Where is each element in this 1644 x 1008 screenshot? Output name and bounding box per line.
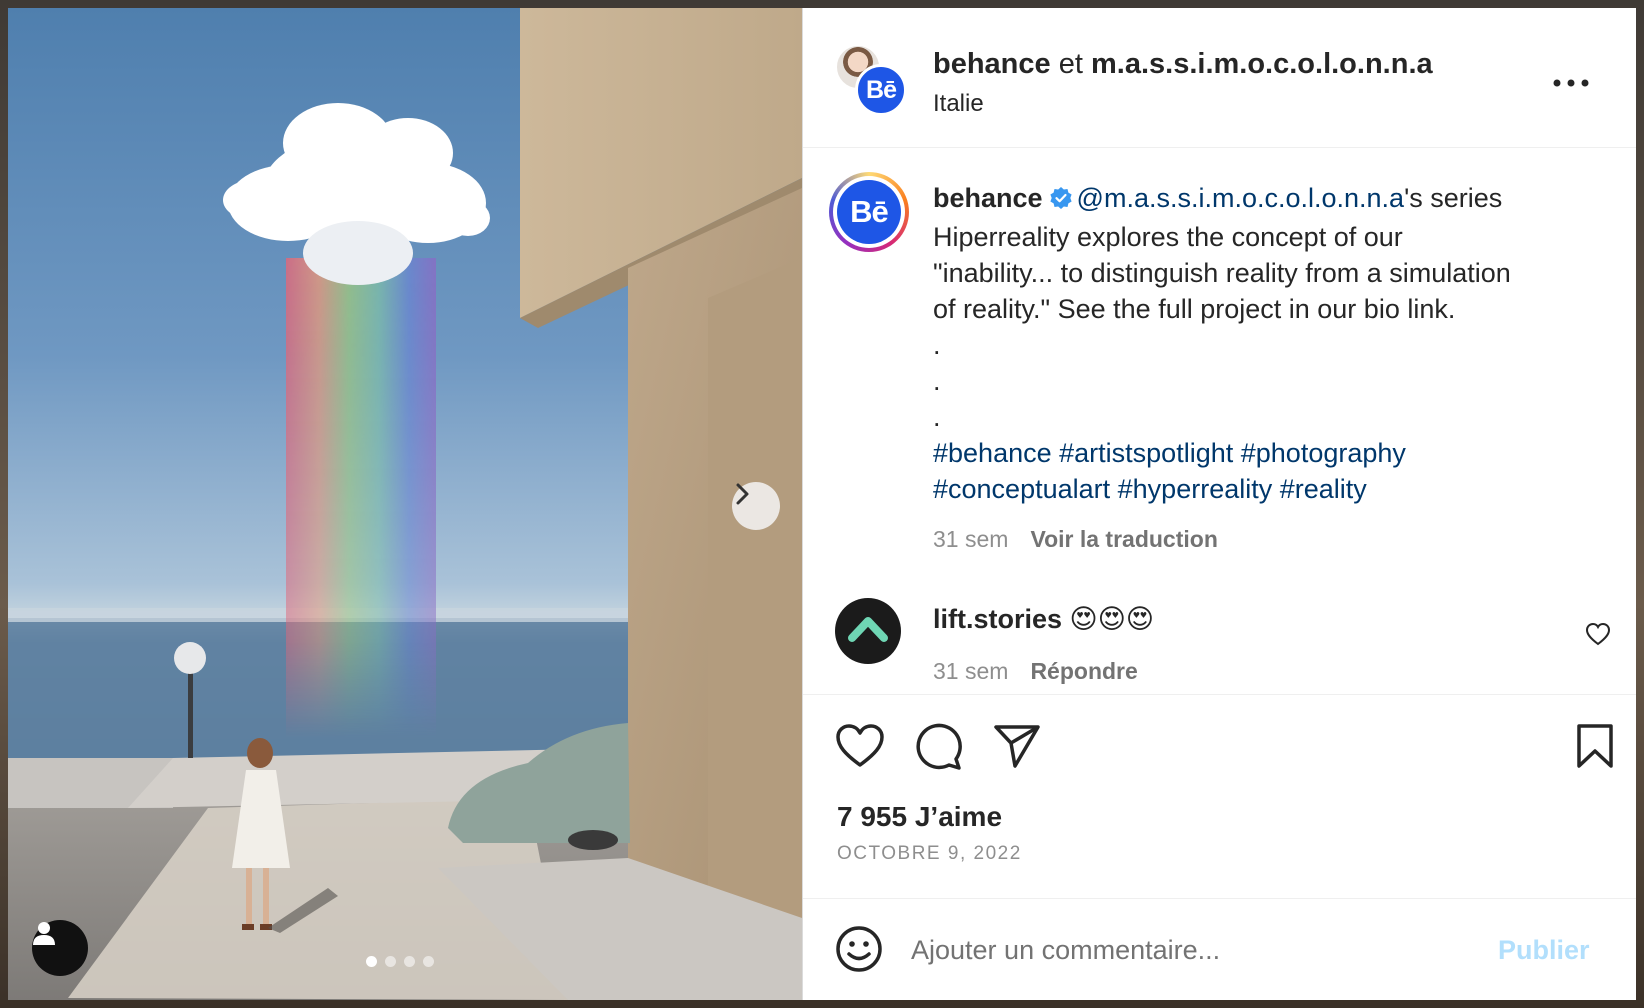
likes-count[interactable]: 7 955 J’aime [837,801,1002,833]
caption-meta: 31 sem Voir la traduction [933,526,1218,553]
bookmark-icon [1575,724,1615,773]
hashtag-link[interactable]: #reality [1280,474,1367,504]
behance-logo: Bē [837,180,901,244]
caption-username[interactable]: behance [933,183,1043,213]
carousel-dot [404,956,415,967]
post-photo[interactable] [8,8,802,1000]
smiley-icon [835,926,883,977]
paper-plane-icon [993,725,1041,773]
carousel-dot [366,956,377,967]
post-authors: behance et m.a.s.s.i.m.o.c.o.l.o.n.n.a [933,48,1433,81]
comment-input[interactable] [911,927,1451,973]
post-header: Bē behance et m.a.s.s.i.m.o.c.o.l.o.n.n.… [803,8,1636,148]
comment: lift.stories 😍😍😍 [933,604,1154,635]
comment-button[interactable] [913,723,963,776]
caption-dot: . [933,330,941,360]
comment-bubble-icon [913,723,963,775]
more-options-button[interactable] [1549,68,1593,98]
post-side-panel: Bē behance et m.a.s.s.i.m.o.c.o.l.o.n.n.… [802,8,1636,1000]
caption-text-2: Hiperreality explores the concept of our [933,222,1403,252]
save-button[interactable] [1575,723,1615,774]
comment-age[interactable]: 31 sem [933,658,1008,684]
post-caption: behance @m.a.s.s.i.m.o.c.o.l.o.n.n.a's se… [933,180,1613,507]
hashtags-line-1: #behance #artistspotlight #photography [933,435,1613,471]
hashtag-link[interactable]: #photography [1241,438,1406,468]
verified-badge-icon [1049,183,1073,219]
post-modal: Bē behance et m.a.s.s.i.m.o.c.o.l.o.n.n.… [8,8,1636,1000]
background-frame: Bē behance et m.a.s.s.i.m.o.c.o.l.o.n.n.… [0,0,1644,1008]
comment-meta: 31 sem Répondre [933,658,1138,685]
next-slide-button[interactable] [732,482,780,530]
hashtag-link[interactable]: #conceptualart [933,474,1110,504]
caption-dot: . [933,366,941,396]
carousel-dot [423,956,434,967]
tagged-users-button[interactable] [32,920,88,976]
caption-age[interactable]: 31 sem [933,526,1008,552]
share-button[interactable] [993,723,1041,774]
caption-avatar[interactable]: Bē [829,172,909,252]
post-date: OCTOBRE 9, 2022 [837,843,1022,864]
emoji-button[interactable] [835,925,883,978]
commenter-avatar[interactable] [835,598,901,664]
lift-logo-icon [848,616,888,647]
author-connector: et [1058,48,1083,80]
carousel-dot [385,956,396,967]
hashtag-link[interactable]: #hyperreality [1118,474,1273,504]
caption-dot: . [933,402,941,432]
reply-button[interactable]: Répondre [1030,658,1137,684]
like-comment-button[interactable] [1585,622,1611,651]
carousel-indicator [366,956,434,967]
commenter-username[interactable]: lift.stories [933,604,1062,634]
publish-button[interactable]: Publier [1498,935,1590,966]
ellipsis-icon [1553,74,1589,92]
caption-mention[interactable]: @m.a.s.s.i.m.o.c.o.l.o.n.n.a [1077,183,1405,213]
caption-text-4: of reality." See the full project in our… [933,294,1456,324]
author-link[interactable]: behance [933,48,1051,80]
photo-scene [8,8,802,1000]
translate-link[interactable]: Voir la traduction [1030,526,1217,552]
location-link[interactable]: Italie [933,90,984,118]
collaborator-link[interactable]: m.a.s.s.i.m.o.c.o.l.o.n.n.a [1091,48,1433,80]
caption-text-1: 's series [1404,183,1503,213]
collab-avatars[interactable]: Bē [835,44,907,116]
comment-text: 😍😍😍 [1069,604,1154,634]
heart-icon [1585,622,1611,650]
add-comment-bar: Publier [803,898,1636,1000]
hashtag-link[interactable]: #artistspotlight [1059,438,1233,468]
heart-icon [835,724,885,773]
behance-avatar: Bē [855,64,907,116]
post-actions: 7 955 J’aime OCTOBRE 9, 2022 [803,694,1636,898]
caption-text-3: "inability... to distinguish reality fro… [933,258,1511,288]
hashtags-line-2: #conceptualart #hyperreality #reality [933,471,1613,507]
hashtag-link[interactable]: #behance [933,438,1052,468]
like-button[interactable] [835,723,885,774]
